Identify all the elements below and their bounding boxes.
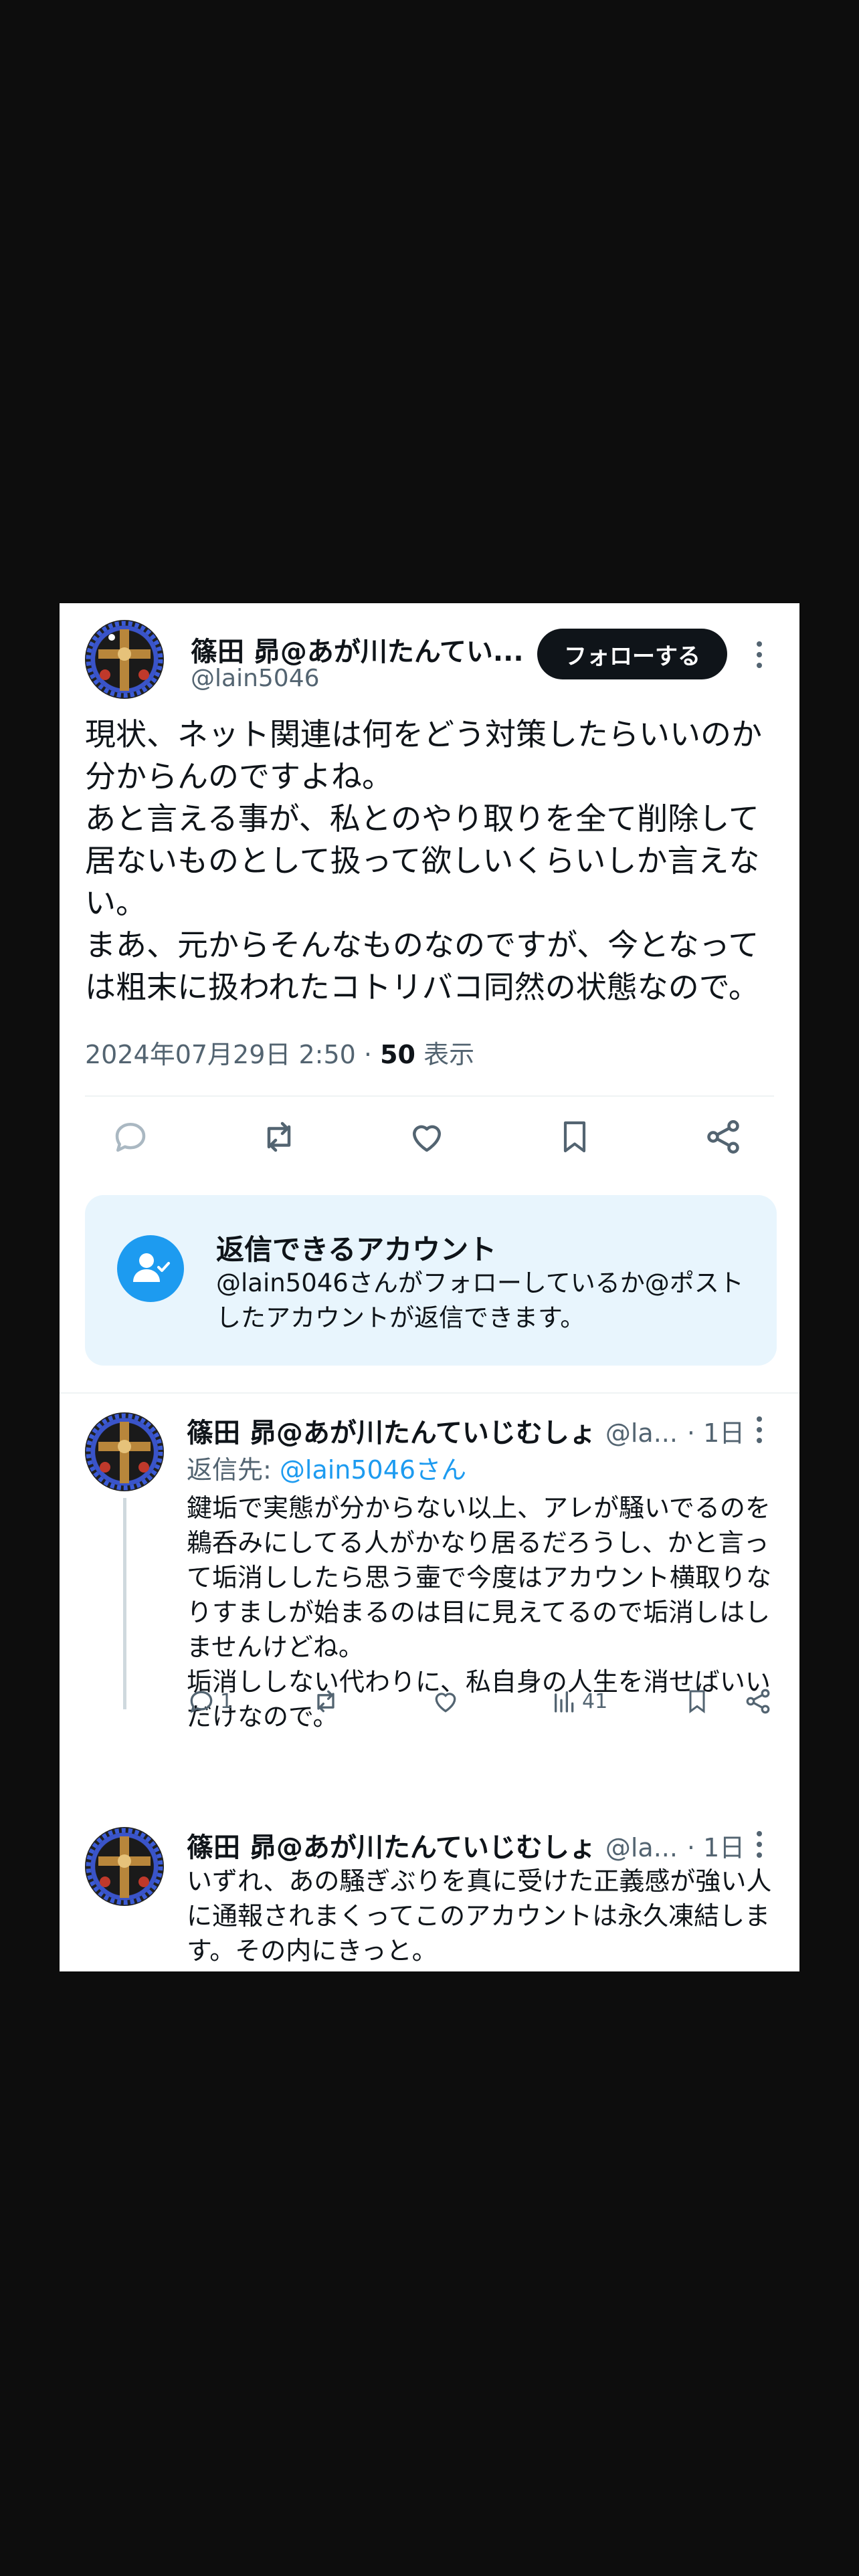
views-label: 表示 [423, 1040, 475, 1069]
follow-button[interactable]: フォローする [537, 629, 727, 679]
reply-text: いずれ、あの騒ぎぶりを真に受けた正義感が強い人に通報されまくってこのアカウントは… [187, 1864, 775, 1968]
post-timestamp[interactable]: 2024年07月29日 2:50 [85, 1040, 356, 1069]
post-text-line: あと言える事が、私とのやり取りを全て削除して居ないものとして扱って欲しいくらいし… [85, 800, 760, 921]
reply-restriction-description: @lain5046さんがフォローしているか@ポストしたアカウントが返信できます。 [216, 1269, 744, 1332]
thread-connector [123, 1498, 126, 1709]
author-handle[interactable]: @lain5046 [191, 665, 320, 692]
like-icon [435, 1693, 456, 1713]
cross-emblem-icon [86, 1828, 163, 1905]
reply-avatar[interactable] [85, 1827, 164, 1906]
views-count: 50 [380, 1040, 415, 1069]
reply-button[interactable]: 1 [187, 1687, 233, 1716]
reply-to-handle[interactable]: @lain5046さん [280, 1455, 466, 1485]
views-icon [555, 1691, 574, 1713]
reply-action-bar: 1 41 [187, 1687, 775, 1720]
reply-author-name[interactable]: 篠田 昴@あが川たんていじむしょ [187, 1418, 596, 1448]
views-count: 41 [582, 1689, 608, 1713]
meta-separator: · [363, 1040, 381, 1069]
reply-avatar[interactable] [85, 1412, 164, 1491]
post-text-line: まあ、元からそんなものなのですが、今となっては粗末に扱われたコトリバコ同然の状態… [85, 927, 759, 1005]
more-icon[interactable] [757, 1416, 762, 1443]
post-text: 現状、ネット関連は何をどう対策したらいいのか分からんのですよね。 あと言える事が… [85, 714, 781, 1008]
reply-author[interactable]: 篠田 昴@あが川たんていじむしょ @la... · 1日 [187, 1411, 745, 1450]
retweet-button[interactable] [310, 1687, 341, 1716]
share-icon [746, 1689, 770, 1714]
reply-time[interactable]: · 1日 [687, 1418, 745, 1448]
divider [60, 1392, 799, 1394]
reply-restriction-title: 返信できるアカウント [216, 1233, 497, 1266]
reply-icon[interactable] [110, 1117, 151, 1157]
like-icon[interactable] [406, 1117, 448, 1157]
person-check-icon [117, 1235, 184, 1302]
reply-author[interactable]: 篠田 昴@あが川たんていじむしょ @la... · 1日 [187, 1826, 745, 1864]
divider [85, 1095, 774, 1097]
post-text-line: 現状、ネット関連は何をどう対策したらいいのか分からんのですよね。 [85, 716, 762, 794]
reply-restriction-notice: 返信できるアカウント @lain5046さんがフォローしているか@ポストしたアカ… [85, 1195, 777, 1366]
reply-count: 1 [220, 1689, 233, 1713]
retweet-icon [317, 1690, 335, 1713]
reply-author-handle[interactable]: @la... [605, 1833, 678, 1862]
reply-text-line: いずれ、あの騒ぎぶりを真に受けた正義感が強い人に通報されまくってこのアカウントは… [187, 1866, 772, 1965]
reply-to: 返信先: @lain5046さん [187, 1449, 466, 1486]
bookmark-icon[interactable] [556, 1117, 593, 1157]
author-avatar[interactable] [85, 620, 164, 699]
reply-author-name[interactable]: 篠田 昴@あが川たんていじむしょ [187, 1832, 596, 1863]
post-card: 篠田 昴@あが川たんてい... @lain5046 フォローする 現状、ネット関… [60, 603, 799, 1971]
author-name[interactable]: 篠田 昴@あが川たんてい... [191, 630, 524, 669]
reply-author-handle[interactable]: @la... [605, 1418, 678, 1448]
cross-emblem-icon [86, 1413, 163, 1491]
bookmark-icon [689, 1690, 705, 1713]
more-icon[interactable] [757, 641, 762, 668]
reply-text-line: 鍵垢で実態が分からない以上、アレが騒いでるのを鵜呑みにしてる人がかなり居るだろう… [187, 1493, 772, 1662]
more-icon[interactable] [757, 1831, 762, 1858]
views-button[interactable]: 41 [551, 1687, 607, 1716]
reply-time[interactable]: · 1日 [687, 1833, 745, 1862]
share-icon[interactable] [703, 1117, 743, 1157]
post-meta: 2024年07月29日 2:50 · 50 表示 [85, 1034, 474, 1071]
retweet-icon[interactable] [258, 1117, 300, 1157]
share-button[interactable] [743, 1687, 773, 1716]
like-button[interactable] [431, 1687, 460, 1716]
bookmark-button[interactable] [684, 1687, 710, 1716]
reply-to-prefix: 返信先: [187, 1455, 280, 1485]
reply-icon [190, 1691, 213, 1713]
cross-emblem-icon [86, 621, 163, 698]
